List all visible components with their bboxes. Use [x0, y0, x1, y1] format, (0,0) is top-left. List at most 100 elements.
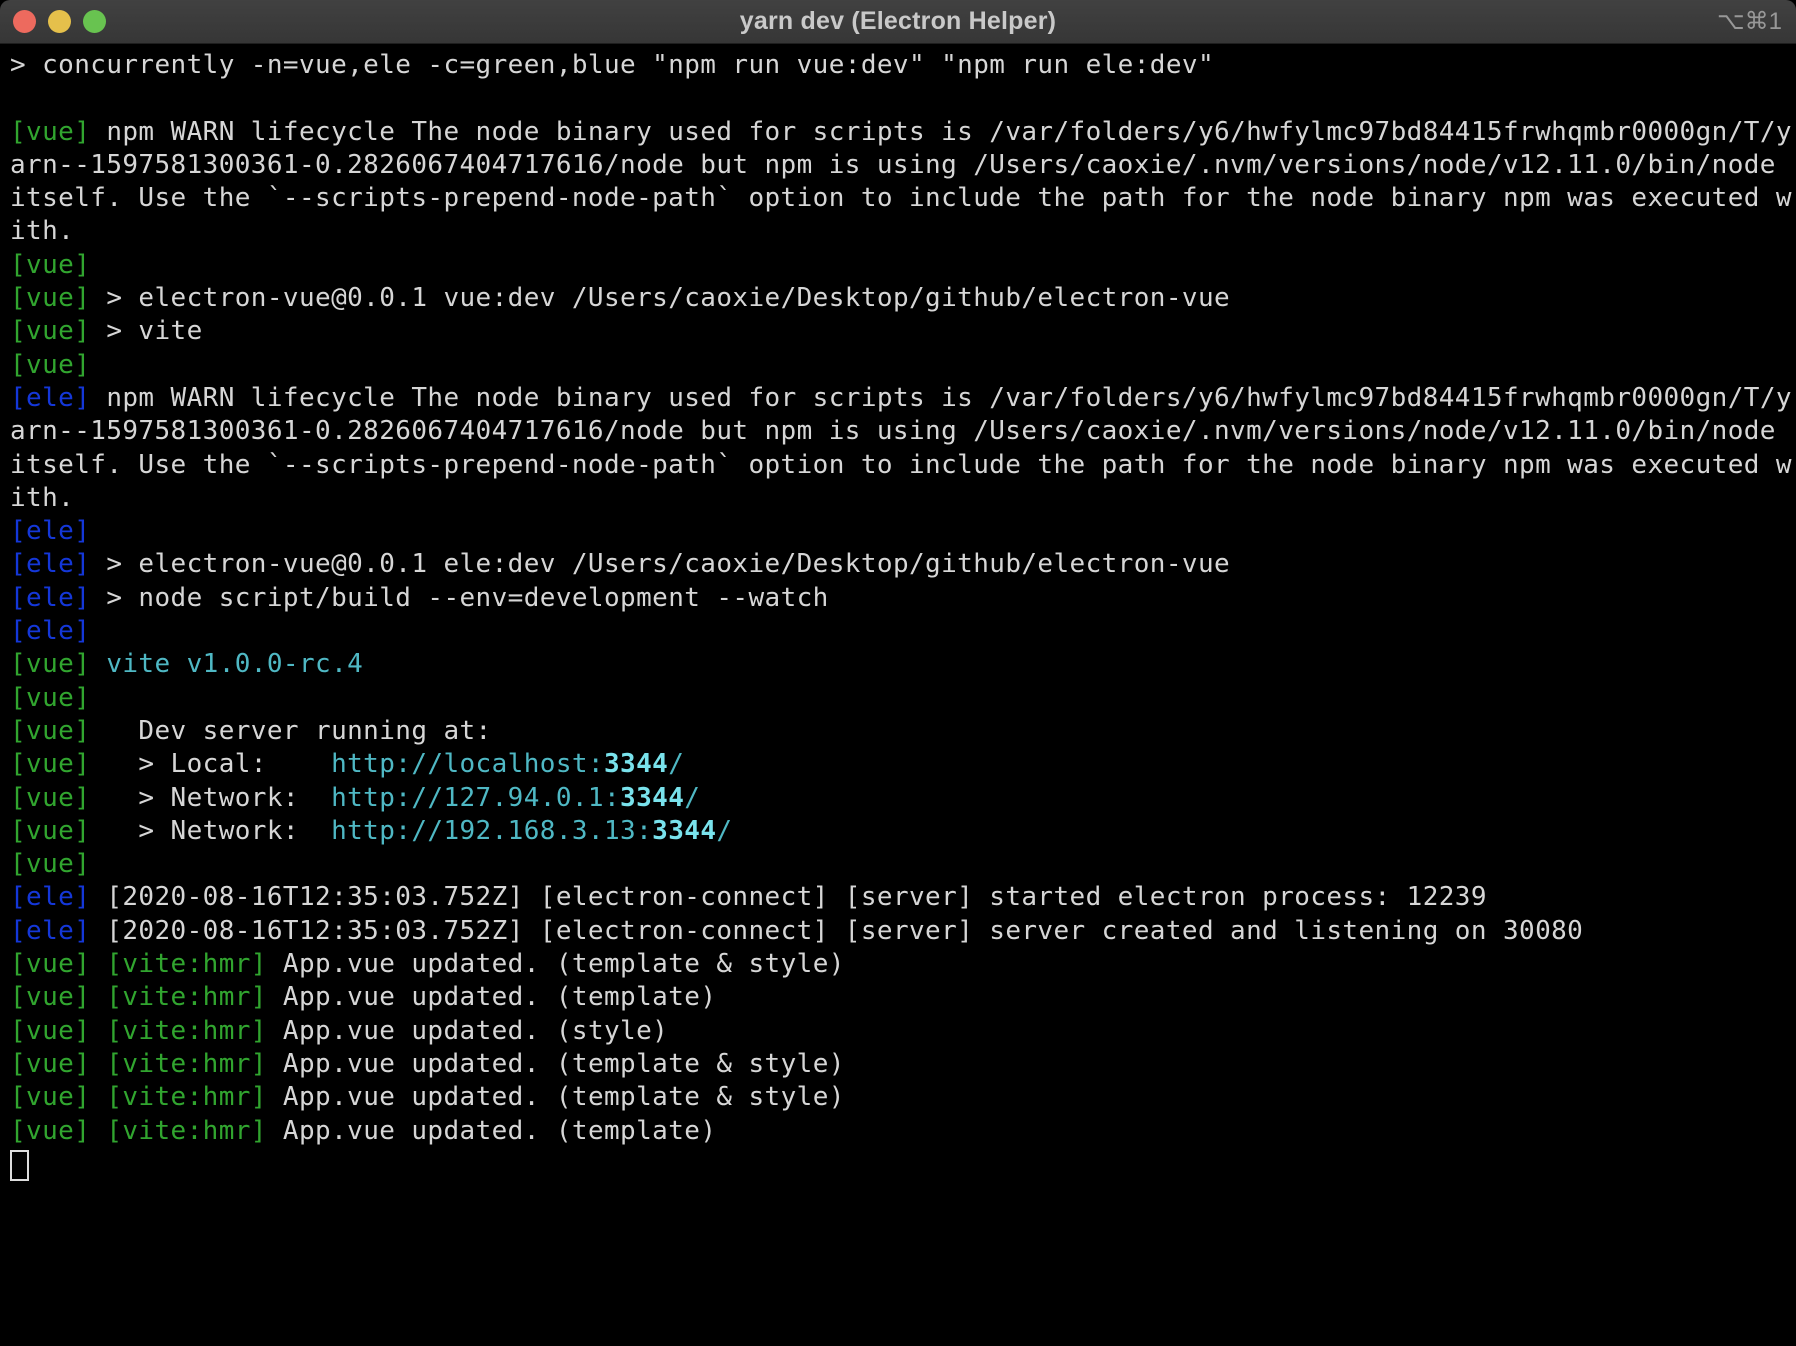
- terminal-text-segment: [vue]: [10, 816, 106, 846]
- traffic-lights: [13, 0, 106, 43]
- terminal-line: [vue] [vite:hmr] App.vue updated. (templ…: [10, 981, 1796, 1014]
- terminal-line: [ele]: [10, 615, 1796, 648]
- terminal-line: [vue] [vite:hmr] App.vue updated. (templ…: [10, 1115, 1796, 1148]
- terminal-line: arn--1597581300361-0.2826067404717616/no…: [10, 149, 1796, 182]
- terminal-text-segment: App.vue updated. (template): [267, 982, 717, 1012]
- tab-shortcut-label: ⌥⌘1: [1717, 0, 1782, 43]
- terminal-text-segment: > Local:: [106, 749, 331, 779]
- terminal-text-segment: itself. Use the `--scripts-prepend-node-…: [10, 183, 1792, 213]
- terminal-text-segment: [vue]: [10, 1116, 106, 1146]
- terminal-line: arn--1597581300361-0.2826067404717616/no…: [10, 415, 1796, 448]
- terminal-line: > concurrently -n=vue,ele -c=green,blue …: [10, 49, 1796, 82]
- terminal-text-segment: [vue]: [10, 649, 106, 679]
- terminal-line: [ele] [2020-08-16T12:35:03.752Z] [electr…: [10, 881, 1796, 914]
- terminal-text-segment: [ele]: [10, 383, 106, 413]
- terminal-line: [vue] > vite: [10, 315, 1796, 348]
- terminal-line: [ele] > node script/build --env=developm…: [10, 582, 1796, 615]
- terminal-line: [ele]: [10, 515, 1796, 548]
- titlebar[interactable]: yarn dev (Electron Helper) ⌥⌘1: [0, 0, 1796, 44]
- terminal-line: [vue] Dev server running at:: [10, 715, 1796, 748]
- terminal-text-segment: [vue]: [10, 350, 90, 380]
- terminal-text-segment: > vite: [106, 316, 202, 346]
- terminal-text-segment: [vue]: [10, 1082, 106, 1112]
- terminal-text-segment: > electron-vue@0.0.1 vue:dev /Users/caox…: [106, 283, 1230, 313]
- terminal-line: [vue] vite v1.0.0-rc.4: [10, 648, 1796, 681]
- terminal-line: [ele] [2020-08-16T12:35:03.752Z] [electr…: [10, 915, 1796, 948]
- terminal-text-segment: arn--1597581300361-0.2826067404717616/no…: [10, 150, 1776, 180]
- terminal-cursor: [10, 1150, 29, 1181]
- terminal-text-segment: [vue]: [10, 283, 106, 313]
- terminal-text-segment: [vite:hmr]: [106, 1016, 267, 1046]
- terminal-line: itself. Use the `--scripts-prepend-node-…: [10, 449, 1796, 482]
- terminal-text-segment: vite v1.0.0-rc.4: [106, 649, 363, 679]
- zoom-button[interactable]: [83, 10, 106, 33]
- terminal-text-segment: /: [716, 816, 732, 846]
- terminal-text-segment: [vite:hmr]: [106, 1049, 267, 1079]
- terminal-line: [vue] > Network: http://127.94.0.1:3344/: [10, 782, 1796, 815]
- terminal-text-segment: [vue]: [10, 117, 106, 147]
- terminal-text-segment: [vue]: [10, 1016, 106, 1046]
- terminal-line: [vue] [vite:hmr] App.vue updated. (templ…: [10, 948, 1796, 981]
- terminal-text-segment: [ele]: [10, 616, 90, 646]
- terminal-text-segment: [ele]: [10, 549, 106, 579]
- terminal-text-segment: [ele]: [10, 516, 90, 546]
- terminal-text-segment: > Network:: [106, 783, 331, 813]
- minimize-button[interactable]: [48, 10, 71, 33]
- terminal-text-segment: [vue]: [10, 316, 106, 346]
- terminal-text-segment: [2020-08-16T12:35:03.752Z] [electron-con…: [106, 916, 1583, 946]
- terminal-text-segment: > node script/build --env=development --…: [106, 583, 828, 613]
- terminal-text-segment: App.vue updated. (style): [267, 1016, 668, 1046]
- terminal-line: [vue] [vite:hmr] App.vue updated. (templ…: [10, 1081, 1796, 1114]
- terminal-line: [vue]: [10, 848, 1796, 881]
- terminal-text-segment: App.vue updated. (template & style): [267, 1049, 845, 1079]
- terminal-text-segment: [vite:hmr]: [106, 982, 267, 1012]
- terminal-text-segment: http://127.94.0.1:: [331, 783, 620, 813]
- terminal-text-segment: [vue]: [10, 1049, 106, 1079]
- terminal-text-segment: arn--1597581300361-0.2826067404717616/no…: [10, 416, 1776, 446]
- terminal-text-segment: [vue]: [10, 749, 106, 779]
- terminal-line: [vue] > Network: http://192.168.3.13:334…: [10, 815, 1796, 848]
- terminal-text-segment: > concurrently -n=vue,ele -c=green,blue …: [10, 50, 1214, 80]
- close-button[interactable]: [13, 10, 36, 33]
- terminal-text-segment: 3344: [604, 749, 668, 779]
- terminal-line: [vue] > Local: http://localhost:3344/: [10, 748, 1796, 781]
- terminal-text-segment: App.vue updated. (template & style): [267, 949, 845, 979]
- terminal-text-segment: [ele]: [10, 882, 106, 912]
- terminal-text-segment: ith.: [10, 216, 74, 246]
- terminal-line: [ele] npm WARN lifecycle The node binary…: [10, 382, 1796, 415]
- terminal-text-segment: [vite:hmr]: [106, 1116, 267, 1146]
- terminal-text-segment: 3344: [620, 783, 684, 813]
- terminal-text-segment: [vue]: [10, 949, 106, 979]
- terminal-window: yarn dev (Electron Helper) ⌥⌘1 > concurr…: [0, 0, 1796, 1346]
- terminal-text-segment: npm WARN lifecycle The node binary used …: [106, 117, 1792, 147]
- terminal-text-segment: http://localhost:: [331, 749, 604, 779]
- terminal-text-segment: npm WARN lifecycle The node binary used …: [106, 383, 1792, 413]
- terminal-text-segment: [ele]: [10, 916, 106, 946]
- terminal-line: [10, 82, 1796, 115]
- terminal-text-segment: 3344: [652, 816, 716, 846]
- terminal-text-segment: [vue]: [10, 849, 90, 879]
- terminal-output[interactable]: > concurrently -n=vue,ele -c=green,blue …: [0, 44, 1796, 1346]
- terminal-line: [vue] [vite:hmr] App.vue updated. (templ…: [10, 1048, 1796, 1081]
- terminal-text-segment: Dev server running at:: [106, 716, 491, 746]
- terminal-line: [vue]: [10, 249, 1796, 282]
- terminal-line: [vue] > electron-vue@0.0.1 vue:dev /User…: [10, 282, 1796, 315]
- terminal-line: [vue]: [10, 349, 1796, 382]
- terminal-text-segment: > electron-vue@0.0.1 ele:dev /Users/caox…: [106, 549, 1230, 579]
- terminal-text-segment: > Network:: [106, 816, 331, 846]
- terminal-line: ith.: [10, 482, 1796, 515]
- terminal-text-segment: itself. Use the `--scripts-prepend-node-…: [10, 450, 1792, 480]
- terminal-text-segment: App.vue updated. (template & style): [267, 1082, 845, 1112]
- terminal-text-segment: [vite:hmr]: [106, 1082, 267, 1112]
- terminal-text-segment: App.vue updated. (template): [267, 1116, 717, 1146]
- terminal-line: [10, 1148, 1796, 1181]
- terminal-text-segment: [vue]: [10, 982, 106, 1012]
- terminal-text-segment: [vue]: [10, 250, 90, 280]
- terminal-line: [vue]: [10, 682, 1796, 715]
- terminal-line: itself. Use the `--scripts-prepend-node-…: [10, 182, 1796, 215]
- terminal-text-segment: ith.: [10, 483, 74, 513]
- terminal-line: ith.: [10, 215, 1796, 248]
- terminal-line: [vue] [vite:hmr] App.vue updated. (style…: [10, 1015, 1796, 1048]
- terminal-text-segment: [vite:hmr]: [106, 949, 267, 979]
- terminal-line: [vue] npm WARN lifecycle The node binary…: [10, 116, 1796, 149]
